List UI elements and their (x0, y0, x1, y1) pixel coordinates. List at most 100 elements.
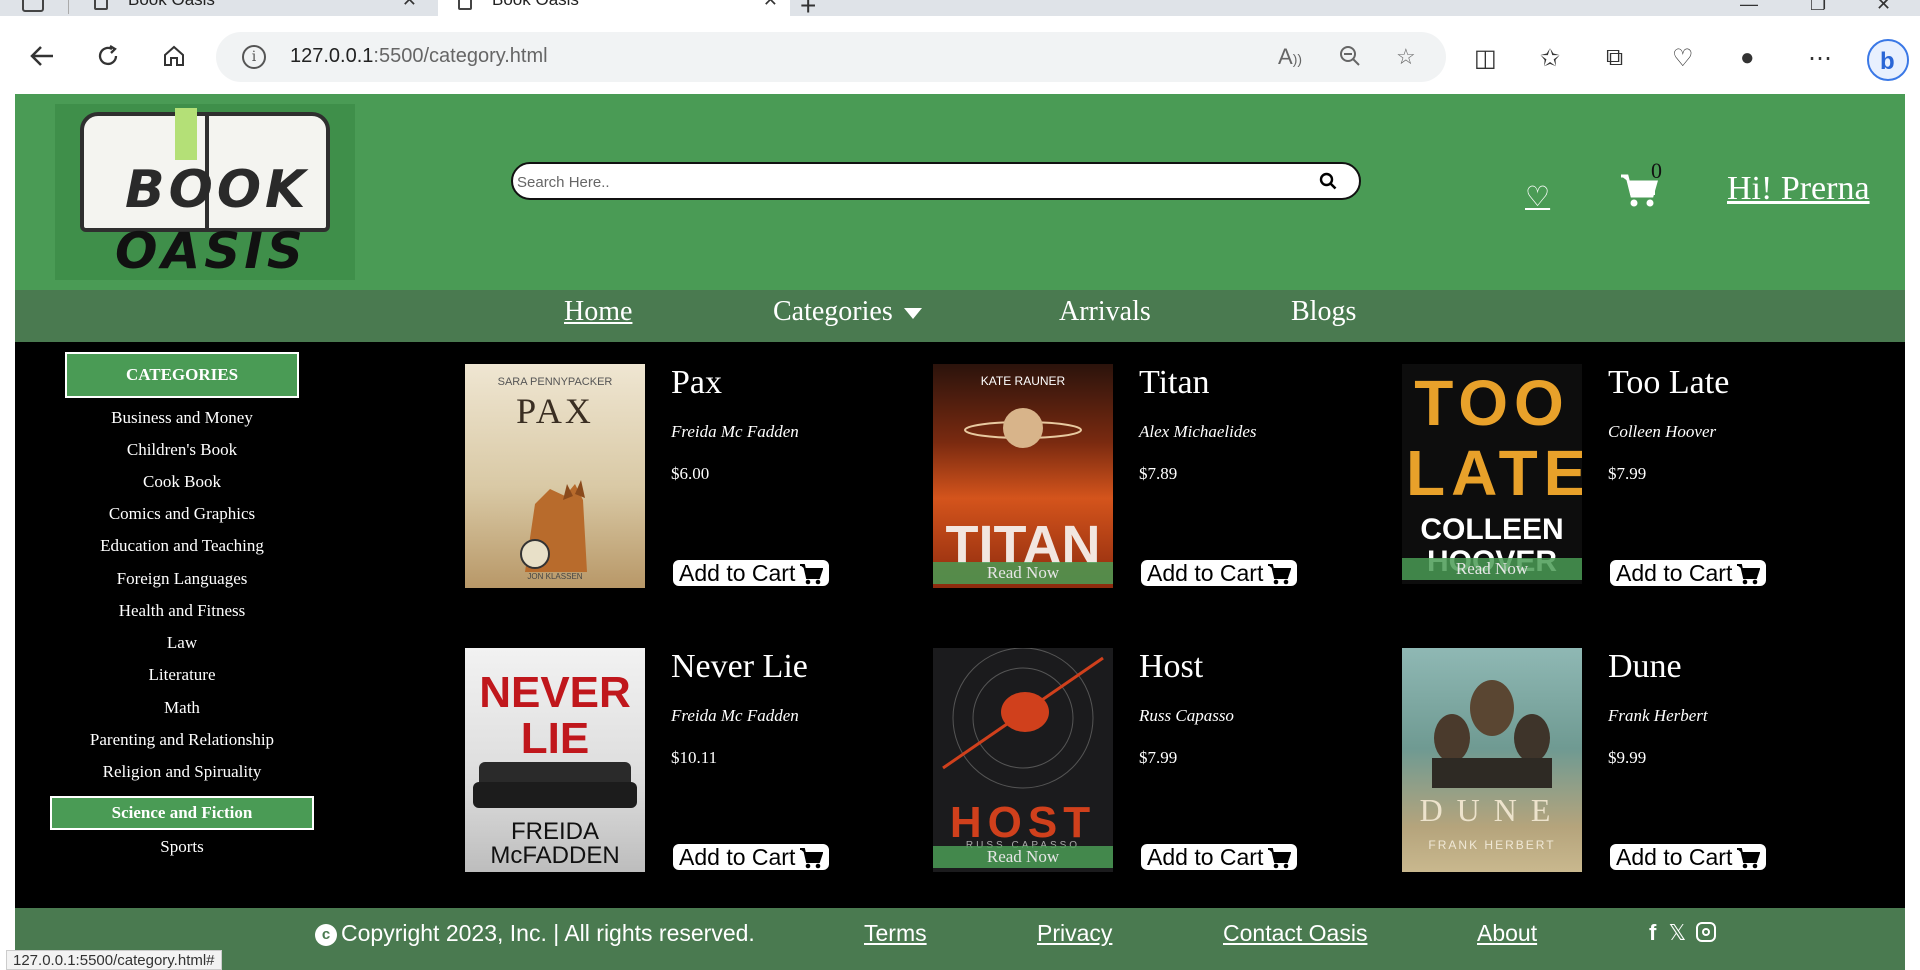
x-icon[interactable]: 𝕏 (1668, 920, 1686, 945)
browser-essentials-icon[interactable]: ♡ (1672, 44, 1694, 73)
profile-icon[interactable]: ● (1740, 44, 1755, 72)
add-to-cart-label: Add to Cart (679, 844, 796, 870)
sofa-illustration (473, 762, 637, 808)
add-to-cart-button[interactable]: Add to Cart (1139, 558, 1299, 588)
cover-author: SARA PENNYPACKER (497, 376, 613, 388)
book-cover[interactable]: DUNE FRANK HERBERT (1402, 648, 1582, 872)
add-to-cart-button[interactable]: Add to Cart (1608, 558, 1768, 588)
back-icon[interactable] (26, 40, 58, 72)
refresh-icon[interactable] (92, 40, 124, 72)
zoom-out-icon[interactable] (1338, 44, 1362, 74)
read-aloud-icon[interactable]: A)) (1278, 44, 1302, 70)
nav-categories-dropdown[interactable]: Categories (773, 296, 922, 328)
search-input[interactable] (517, 170, 1277, 194)
more-options-icon[interactable]: ⋯ (1808, 44, 1832, 73)
facebook-icon[interactable]: f (1649, 920, 1656, 945)
category-content: CATEGORIES Business and Money Children's… (15, 342, 1905, 908)
window-close-icon[interactable]: ✕ (1876, 0, 1891, 15)
wishlist-heart-icon[interactable]: ♡ (1525, 180, 1550, 213)
close-icon[interactable]: ✕ (402, 0, 417, 12)
site-footer: c Copyright 2023, Inc. | All rights reser… (15, 908, 1905, 970)
status-bar-url: 127.0.0.1:5500/category.html# (6, 950, 222, 970)
book-cover[interactable]: TOO LATE COLLEEN HOOVER Read Now (1402, 364, 1582, 584)
home-icon[interactable] (158, 40, 190, 72)
footer-link-privacy[interactable]: Privacy (1037, 920, 1112, 947)
social-links: f 𝕏 (1649, 920, 1717, 946)
category-item[interactable]: Business and Money (15, 408, 349, 428)
logo-text-bottom: OASIS (115, 222, 307, 280)
category-item[interactable]: Religion and Spiruality (15, 762, 349, 782)
site-header: BOOK OASIS ♡ 0 Hi! Prerna (15, 94, 1905, 290)
category-item[interactable]: Literature (15, 665, 349, 685)
user-greeting-link[interactable]: Hi! Prerna (1727, 170, 1870, 208)
book-cover[interactable]: HOST RUSS CAPASSO Read Now (933, 648, 1113, 872)
nav-blogs-link[interactable]: Blogs (1291, 296, 1356, 328)
info-icon[interactable]: i (242, 45, 266, 69)
browser-tab-active[interactable]: Book Oasis ✕ (438, 0, 790, 16)
add-to-cart-button[interactable]: Add to Cart (671, 842, 831, 872)
search-icon[interactable] (1319, 172, 1337, 190)
category-item[interactable]: Math (15, 698, 349, 718)
read-now-banner[interactable]: Read Now (933, 562, 1113, 584)
category-item[interactable]: Parenting and Relationship (15, 730, 349, 750)
book-title[interactable]: Too Late (1608, 364, 1729, 402)
add-to-cart-button[interactable]: Add to Cart (671, 558, 831, 588)
new-tab-icon[interactable]: + (800, 0, 816, 16)
category-item[interactable]: Comics and Graphics (15, 504, 349, 524)
category-item[interactable]: Cook Book (15, 472, 349, 492)
nav-arrivals-link[interactable]: Arrivals (1059, 296, 1151, 328)
categories-heading: CATEGORIES (65, 352, 299, 398)
book-price: $10.11 (671, 748, 718, 767)
favorites-icon[interactable]: ✩ (1540, 44, 1560, 73)
category-item[interactable]: Health and Fitness (15, 601, 349, 621)
tab-title: Book Oasis (128, 0, 215, 9)
copyright-label: Copyright 2023, Inc. | All rights reserv… (341, 920, 755, 946)
cover-author: FREIDA McFADDEN (490, 818, 620, 869)
read-now-banner[interactable]: Read Now (933, 846, 1113, 868)
add-to-cart-button[interactable]: Add to Cart (1139, 842, 1299, 872)
instagram-icon[interactable] (1696, 922, 1717, 942)
collections-icon[interactable]: ⧉ (1606, 44, 1623, 72)
footer-link-about[interactable]: About (1477, 920, 1537, 947)
split-screen-icon[interactable]: ◫ (1474, 44, 1497, 73)
book-cover[interactable]: SARA PENNYPACKER PAX JON KLASSEN (465, 364, 645, 588)
close-icon[interactable]: ✕ (763, 0, 778, 12)
copyright-icon: c (315, 924, 337, 946)
cover-title: NEVER LIE (479, 668, 631, 763)
address-bar[interactable]: i 127.0.0.1:5500/category.html A)) ☆ (216, 32, 1446, 82)
category-item[interactable]: Children's Book (15, 440, 349, 460)
fox-illustration (520, 480, 587, 572)
book-cover[interactable]: NEVER LIE FREIDA McFADDEN (465, 648, 645, 872)
book-card: KATE RAUNER TITAN Read Now Titan Alex Mi… (933, 364, 1393, 594)
book-card: NEVER LIE FREIDA McFADDEN Never Lie Frei… (465, 648, 925, 878)
category-item[interactable]: Foreign Languages (15, 569, 349, 589)
category-item-active[interactable]: Science and Fiction (50, 796, 314, 830)
footer-link-contact[interactable]: Contact Oasis (1223, 920, 1367, 947)
book-price: $7.99 (1139, 748, 1178, 767)
read-now-banner[interactable]: Read Now (1402, 558, 1582, 580)
book-title[interactable]: Dune (1608, 648, 1682, 686)
minimize-icon[interactable]: — (1740, 0, 1758, 15)
browser-toolbar: i 127.0.0.1:5500/category.html A)) ☆ ◫ ✩… (0, 16, 1920, 96)
category-item[interactable]: Education and Teaching (15, 536, 349, 556)
tab-title: Book Oasis (492, 0, 579, 9)
site-logo[interactable]: BOOK OASIS (55, 104, 355, 280)
sidebar-toggle-icon[interactable] (22, 0, 44, 12)
add-to-cart-button[interactable]: Add to Cart (1608, 842, 1768, 872)
book-title[interactable]: Titan (1139, 364, 1210, 402)
nav-home-link[interactable]: Home (564, 296, 632, 328)
book-title[interactable]: Pax (671, 364, 722, 402)
category-item[interactable]: Sports (15, 837, 349, 857)
logo-text-top: BOOK (125, 160, 310, 220)
book-title[interactable]: Host (1139, 648, 1203, 686)
book-title[interactable]: Never Lie (671, 648, 808, 686)
copilot-icon[interactable]: b (1866, 38, 1910, 89)
browser-tab[interactable]: Book Oasis ✕ (74, 0, 429, 16)
favorite-star-icon[interactable]: ☆ (1396, 44, 1416, 70)
book-price: $6.00 (671, 464, 710, 483)
maximize-icon[interactable]: ❐ (1810, 0, 1826, 15)
category-item[interactable]: Law (15, 633, 349, 653)
book-cover[interactable]: KATE RAUNER TITAN Read Now (933, 364, 1113, 588)
footer-link-terms[interactable]: Terms (864, 920, 927, 947)
url-text[interactable]: 127.0.0.1:5500/category.html (290, 45, 548, 68)
